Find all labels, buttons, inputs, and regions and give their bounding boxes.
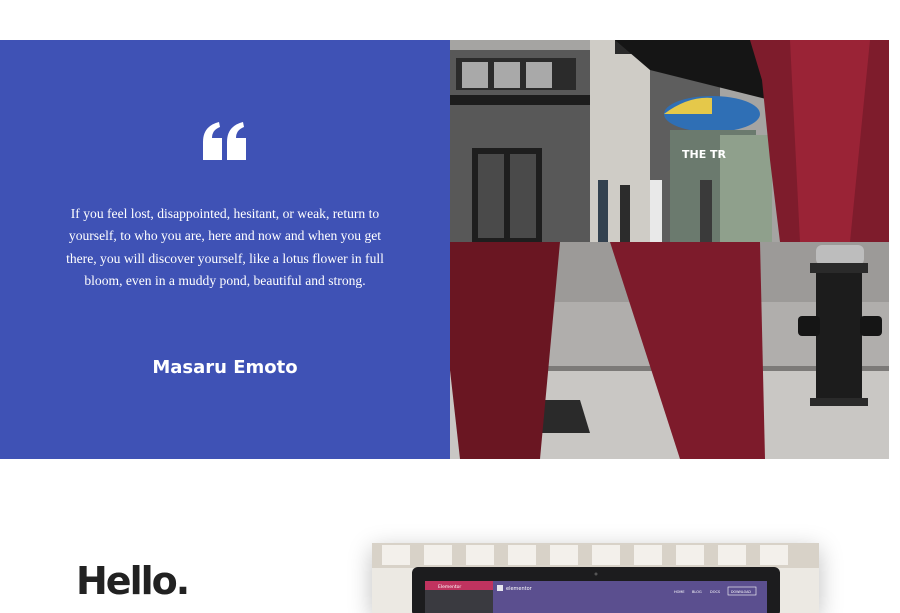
- site-nav-blog: BLOG: [692, 590, 702, 594]
- laptop-screenshot: Elementor elementor HOME BLOG DOCS DOWNL…: [372, 543, 819, 613]
- food-cart-sign: THE TR: [682, 148, 727, 161]
- street-scene-image: THE TR: [450, 40, 889, 459]
- editor-panel-label: Elementor: [438, 584, 461, 590]
- site-download-button: DOWNLOAD: [731, 590, 751, 594]
- site-brand: elementor: [506, 586, 533, 592]
- testimonial-panel: If you feel lost, disappointed, hesitant…: [0, 40, 450, 459]
- quote-left-icon: [203, 122, 246, 160]
- quote-author: Masaru Emoto: [152, 357, 298, 378]
- hello-section: Hello. Elementor elementor HOME BLOG DOC…: [0, 459, 900, 613]
- quote-text: If you feel lost, disappointed, hesitant…: [66, 206, 384, 289]
- site-nav-home: HOME: [674, 590, 685, 594]
- laptop-image: Elementor elementor HOME BLOG DOCS DOWNL…: [372, 543, 819, 613]
- testimonial-section: If you feel lost, disappointed, hesitant…: [0, 40, 889, 459]
- hello-heading: Hello.: [76, 559, 190, 603]
- site-nav-docs: DOCS: [710, 590, 721, 594]
- street-video[interactable]: THE TR: [450, 40, 889, 459]
